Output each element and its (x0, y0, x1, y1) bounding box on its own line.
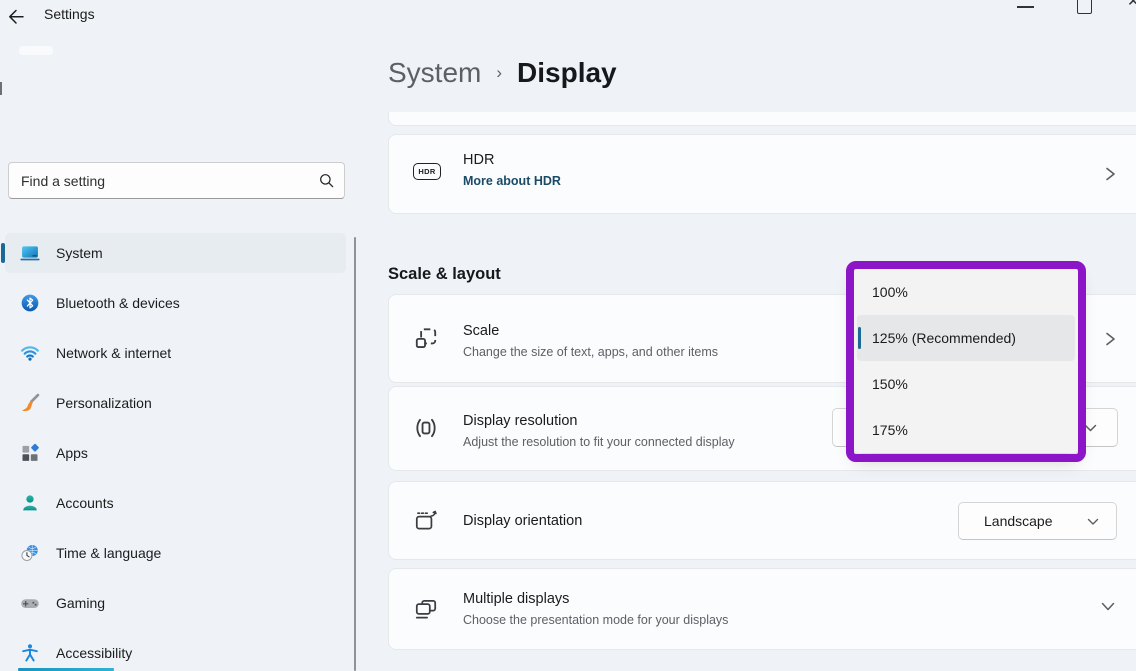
scale-subtitle: Change the size of text, apps, and other… (463, 345, 718, 359)
minimize-icon[interactable] (1017, 6, 1034, 8)
sidebar-item-label: Time & language (56, 533, 161, 573)
time-language-icon (20, 543, 40, 563)
accounts-icon (20, 493, 40, 513)
display-orientation-icon (413, 508, 439, 534)
display-resolution-subtitle: Adjust the resolution to fit your connec… (463, 435, 735, 449)
chevron-down-icon (1084, 424, 1097, 433)
edge-caret (0, 82, 2, 95)
sidebar-item-bluetooth-devices[interactable]: Bluetooth & devices (5, 283, 346, 323)
sidebar-item-label: Apps (56, 433, 88, 473)
network-icon (20, 343, 40, 363)
system-icon (20, 243, 40, 263)
orientation-value: Landscape (984, 503, 1053, 539)
chevron-right-icon (1103, 166, 1117, 182)
sidebar-scrollbar[interactable] (354, 237, 356, 671)
sidebar-item-label: System (56, 233, 103, 273)
display-orientation-title: Display orientation (463, 513, 582, 529)
sidebar-item-time-language[interactable]: Time & language (5, 533, 346, 573)
breadcrumb-parent[interactable]: System (388, 57, 481, 88)
more-about-hdr-link[interactable]: More about HDR (463, 174, 561, 188)
scale-option-label: 125% (Recommended) (872, 330, 1016, 346)
display-resolution-title: Display resolution (463, 413, 577, 429)
sidebar-item-label: Accessibility (56, 633, 132, 671)
back-arrow-icon (6, 7, 32, 27)
multiple-displays-subtitle: Choose the presentation mode for your di… (463, 613, 728, 627)
gaming-icon (20, 593, 40, 613)
apps-icon (20, 443, 40, 463)
multiple-displays-title: Multiple displays (463, 591, 569, 607)
breadcrumb: System › Display (388, 57, 617, 89)
sidebar-item-system[interactable]: System (5, 233, 346, 273)
scale-dropdown-flyout: 100% 125% (Recommended) 150% 175% (854, 269, 1078, 453)
personalization-icon (20, 393, 40, 413)
sidebar-item-label: Accounts (56, 483, 114, 523)
selected-option-accent-bar (858, 327, 861, 349)
orientation-select[interactable]: Landscape (958, 502, 1117, 540)
sidebar-item-personalization[interactable]: Personalization (5, 383, 346, 423)
hdr-title: HDR (463, 152, 494, 168)
sidebar-item-gaming[interactable]: Gaming (5, 583, 346, 623)
search-input[interactable] (8, 162, 345, 199)
accessibility-icon (20, 643, 40, 663)
previous-card-partial[interactable] (388, 112, 1136, 126)
scale-icon (413, 325, 439, 351)
scale-option-125-recommended[interactable]: 125% (Recommended) (857, 315, 1075, 361)
page-title: Display (517, 57, 617, 88)
avatar-skeleton (19, 46, 53, 55)
chevron-down-icon (1101, 602, 1115, 612)
maximize-icon[interactable] (1077, 0, 1092, 14)
chevron-right-icon (1103, 331, 1117, 347)
display-resolution-icon (413, 415, 439, 441)
search-box (8, 162, 345, 199)
breadcrumb-chevron-icon: › (496, 63, 502, 82)
section-title: Scale & layout (388, 265, 501, 284)
app-title: Settings (44, 6, 95, 22)
bluetooth-icon (20, 293, 40, 313)
chevron-down-icon (1087, 518, 1100, 527)
scale-option-150[interactable]: 150% (854, 361, 1078, 407)
close-icon[interactable]: ✕ (1127, 0, 1136, 10)
back-button[interactable] (6, 4, 32, 30)
hdr-card[interactable]: HDR HDR More about HDR (388, 134, 1136, 214)
sidebar-item-label: Gaming (56, 583, 105, 623)
multiple-displays-icon (413, 596, 439, 622)
sidebar-item-label: Network & internet (56, 333, 171, 373)
scale-option-100[interactable]: 100% (854, 269, 1078, 315)
sidebar-item-label: Personalization (56, 383, 152, 423)
sidebar-item-accounts[interactable]: Accounts (5, 483, 346, 523)
multiple-displays-card[interactable]: Multiple displays Choose the presentatio… (388, 568, 1136, 650)
search-icon (319, 173, 334, 188)
sidebar-item-network-internet[interactable]: Network & internet (5, 333, 346, 373)
sidebar-item-label: Bluetooth & devices (56, 283, 180, 323)
hdr-icon: HDR (413, 163, 441, 180)
sidebar-item-apps[interactable]: Apps (5, 433, 346, 473)
scale-title: Scale (463, 323, 499, 339)
scale-option-175[interactable]: 175% (854, 407, 1078, 453)
settings-window: Settings ✕ System Bluetooth & devices Ne… (0, 0, 1136, 671)
sidebar-item-accessibility[interactable]: Accessibility (5, 633, 346, 671)
